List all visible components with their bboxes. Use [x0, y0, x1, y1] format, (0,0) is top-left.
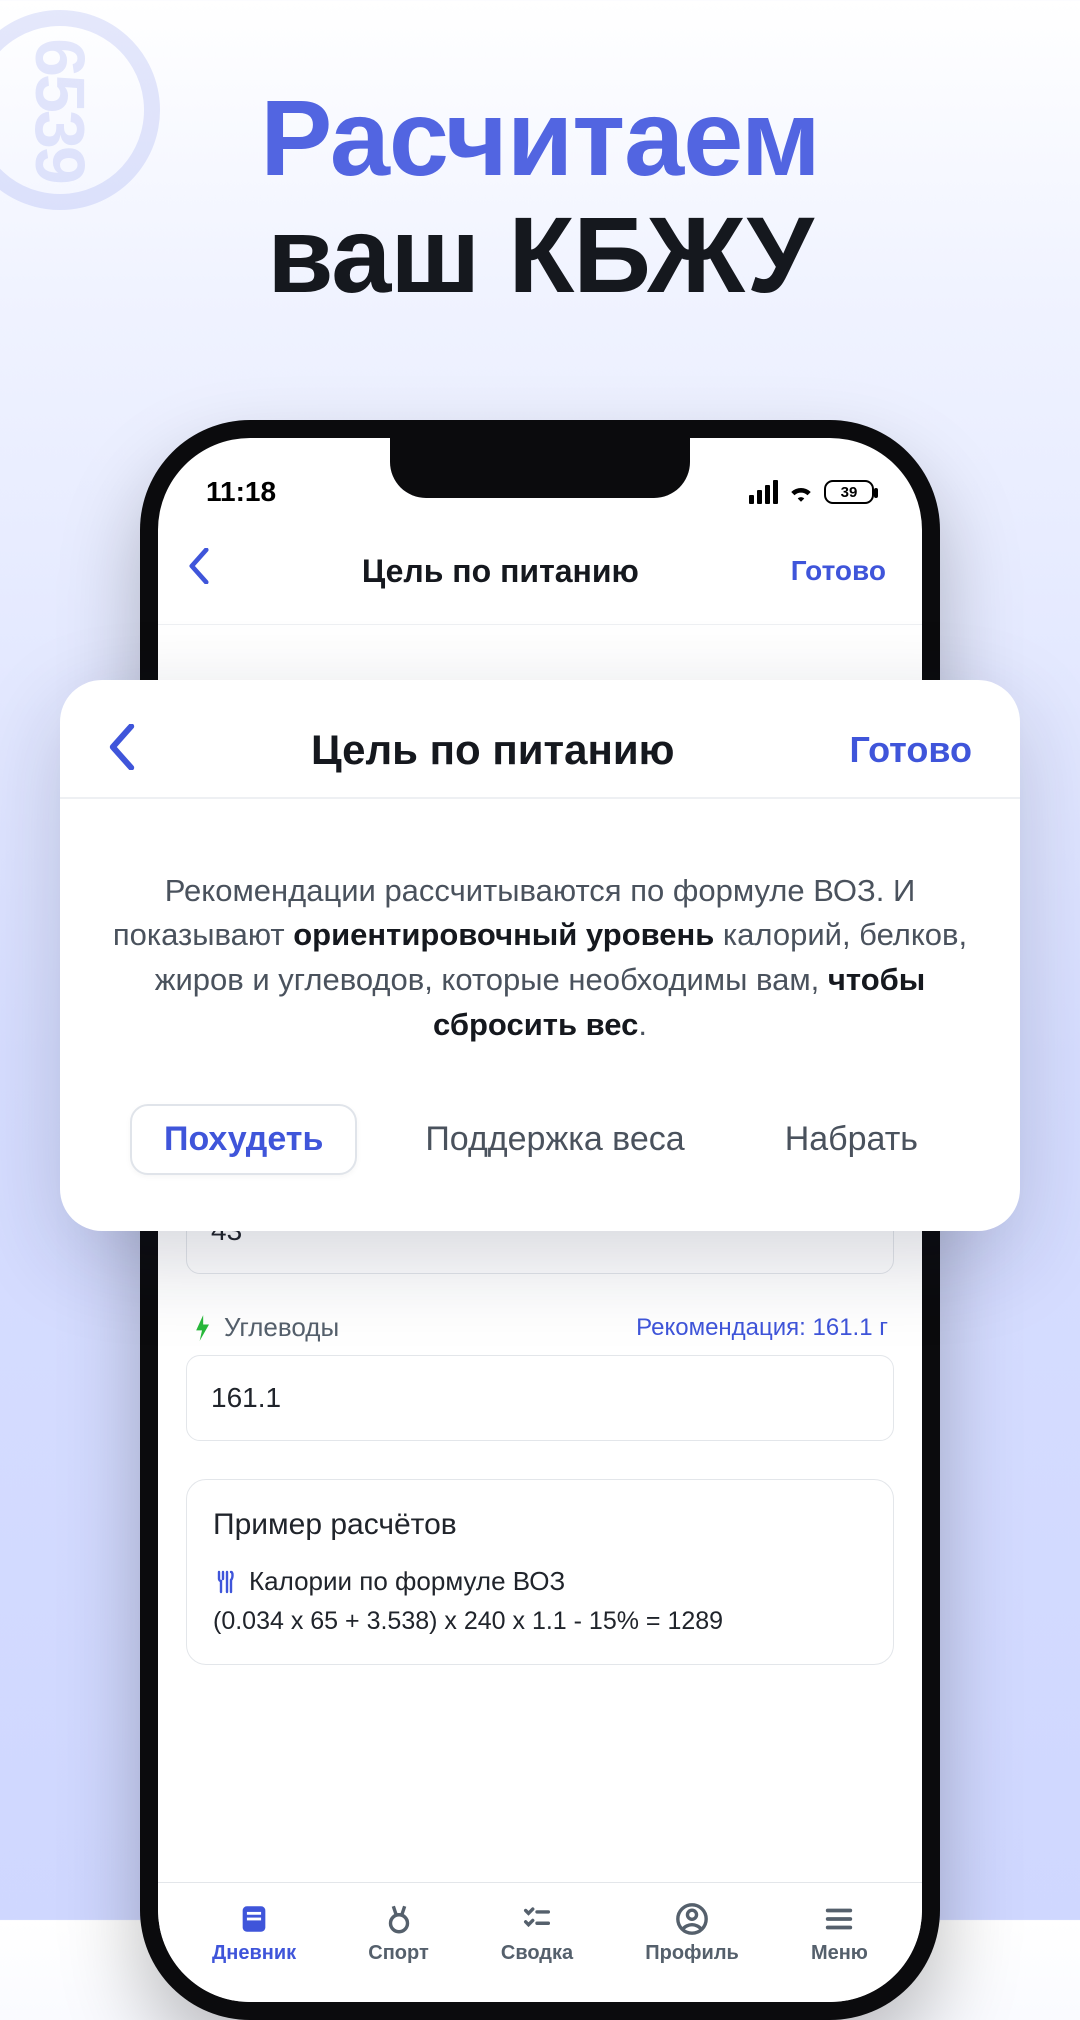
- tab-sport[interactable]: Спорт: [368, 1902, 429, 1965]
- checklist-icon: [520, 1902, 554, 1936]
- marketing-headline: Расчитаем ваш КБЖУ: [0, 80, 1080, 313]
- back-button[interactable]: [188, 548, 210, 594]
- done-button[interactable]: Готово: [791, 555, 886, 587]
- modal-nav: Цель по питанию Готово: [108, 724, 972, 775]
- tab-profile[interactable]: Профиль: [645, 1902, 739, 1965]
- carbs-label: Углеводы: [192, 1312, 339, 1343]
- cutlery-icon: [213, 1570, 237, 1594]
- modal-description: Рекомендации рассчитываются по формуле В…: [108, 869, 972, 1049]
- wifi-icon: [788, 482, 814, 502]
- screen-title: Цель по питанию: [362, 553, 639, 590]
- battery-level: 39: [841, 484, 858, 501]
- segment-lose[interactable]: Похудеть: [130, 1104, 357, 1175]
- tab-label: Спорт: [368, 1942, 429, 1965]
- bolt-icon: [192, 1314, 212, 1342]
- calc-line-calories: Калории по формуле ВОЗ: [213, 1566, 867, 1597]
- calculation-card: Пример расчётов Калории по формуле ВОЗ (…: [186, 1479, 894, 1665]
- chevron-left-icon: [108, 724, 136, 770]
- screen-nav: Цель по питанию Готово: [158, 518, 922, 625]
- segment-gain[interactable]: Набрать: [753, 1106, 950, 1173]
- carbs-recommendation: Рекомендация: 161.1 г: [636, 1314, 888, 1342]
- modal-done-button[interactable]: Готово: [849, 729, 972, 771]
- goal-segmented-control: Похудеть Поддержка веса Набрать: [108, 1104, 972, 1175]
- tab-diary[interactable]: Дневник: [212, 1902, 296, 1965]
- goal-modal: Цель по питанию Готово Рекомендации расс…: [60, 680, 1020, 1231]
- profile-icon: [675, 1902, 709, 1936]
- status-icons: 39: [749, 480, 874, 504]
- modal-title: Цель по питанию: [311, 726, 675, 774]
- tab-label: Меню: [811, 1942, 868, 1965]
- medal-icon: [382, 1902, 416, 1936]
- phone-notch: [390, 438, 690, 498]
- status-time: 11:18: [206, 476, 276, 508]
- calc-title: Пример расчётов: [213, 1508, 867, 1542]
- divider: [60, 797, 1020, 799]
- tab-summary[interactable]: Сводка: [501, 1902, 573, 1965]
- modal-back-button[interactable]: [108, 724, 136, 775]
- tab-bar: Дневник Спорт Сводка Профиль Меню: [158, 1882, 922, 2002]
- chevron-left-icon: [188, 548, 210, 584]
- tab-label: Профиль: [645, 1942, 739, 1965]
- field-carbs: Углеводы Рекомендация: 161.1 г: [186, 1312, 894, 1441]
- headline-line1: Расчитаем: [0, 80, 1080, 197]
- calc-formula: (0.034 x 65 + 3.538) x 240 x 1.1 - 15% =…: [213, 1607, 867, 1636]
- headline-line2: ваш КБЖУ: [0, 197, 1080, 314]
- tab-menu[interactable]: Меню: [811, 1902, 868, 1965]
- cellular-icon: [749, 480, 778, 504]
- carbs-input[interactable]: [186, 1355, 894, 1441]
- segment-maintain[interactable]: Поддержка веса: [393, 1106, 716, 1173]
- menu-icon: [822, 1902, 856, 1936]
- battery-icon: 39: [824, 480, 874, 504]
- diary-icon: [237, 1902, 271, 1936]
- tab-label: Сводка: [501, 1942, 573, 1965]
- tab-label: Дневник: [212, 1942, 296, 1965]
